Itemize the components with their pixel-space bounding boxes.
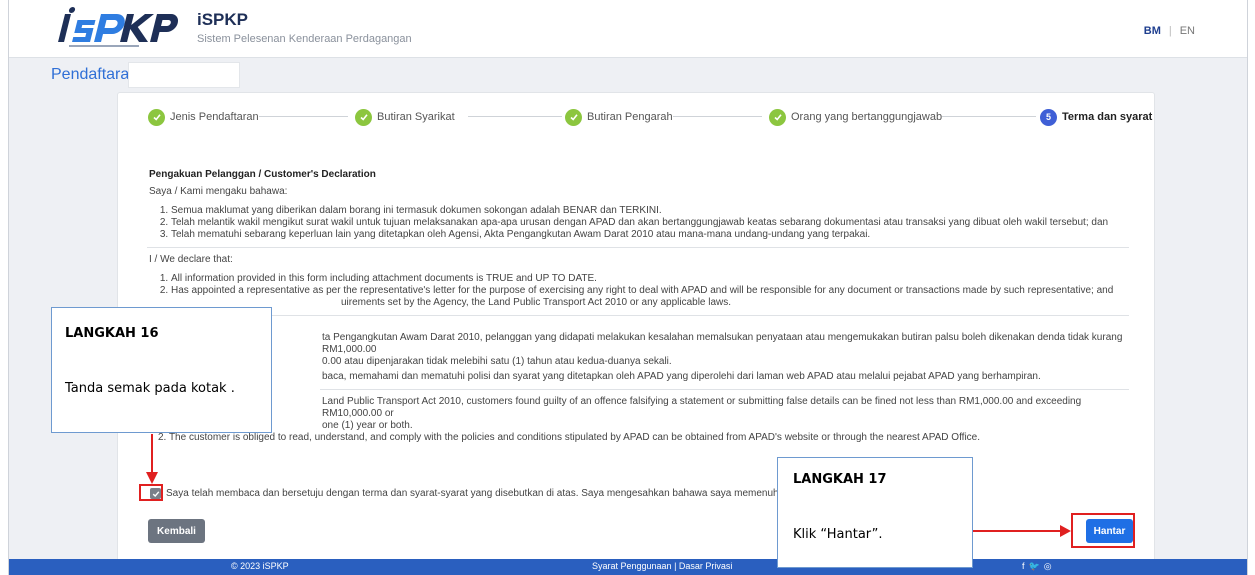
language-switcher: BM | EN: [1144, 25, 1195, 37]
step-terma-dan-syarat[interactable]: 5 Terma dan syarat: [1040, 107, 1153, 127]
note-line: ta Pengangkutan Awam Darat 2010, pelangg…: [322, 332, 1123, 355]
check-icon: [148, 108, 165, 126]
step17-callout: LANGKAH 17 Klik “Hantar”.: [777, 457, 973, 568]
step-connector: [662, 116, 762, 117]
step-orang-bertanggungjawab[interactable]: Orang yang bertanggungjawab: [769, 107, 943, 127]
footer: © 2023 iSPKP Syarat Penggunaan | Dasar P…: [9, 559, 1247, 575]
callout-title: LANGKAH 16: [65, 326, 159, 341]
step-number-badge: 5: [1040, 108, 1057, 126]
check-icon: [565, 108, 582, 126]
step-connector: [468, 116, 562, 117]
divider: [147, 315, 1129, 316]
agreement-row: Saya telah membaca dan bersetuju dengan …: [150, 488, 805, 499]
declaration-list-bm: Semua maklumat yang diberikan dalam bora…: [161, 205, 1129, 241]
check-icon: [355, 108, 372, 126]
brand-subtitle: Sistem Pelesenan Kenderaan Perdagangan: [197, 33, 412, 45]
note-line: Land Public Transport Act 2010, customer…: [322, 396, 1082, 419]
list-item: Telah mematuhi sebarang keperluan lain y…: [171, 229, 1129, 241]
list-item: Has appointed a representative as per th…: [171, 285, 1129, 297]
submit-highlight: [1071, 513, 1135, 548]
app-window: iSPKP Sistem Pelesenan Kenderaan Perdaga…: [8, 0, 1248, 575]
back-button[interactable]: Kembali: [148, 519, 205, 543]
ispkp-logo: [58, 7, 179, 47]
declaration-title: Pengakuan Pelanggan / Customer's Declara…: [149, 169, 376, 180]
list-item: Semua maklumat yang diberikan dalam bora…: [171, 205, 1129, 217]
divider: [320, 389, 1129, 390]
lang-en-link[interactable]: EN: [1180, 25, 1195, 37]
note-line: baca, memahami dan mematuhi polisi dan s…: [322, 371, 1041, 382]
twitter-icon[interactable]: 🐦: [1029, 561, 1040, 572]
instagram-icon[interactable]: ◎: [1044, 561, 1052, 572]
notes-en: Land Public Transport Act 2010, customer…: [149, 396, 1129, 432]
declaration-content: Pengakuan Pelanggan / Customer's Declara…: [147, 169, 1129, 444]
checkbox-highlight: [139, 484, 163, 501]
note-line: 0.00 atau dipenjarakan tidak melebihi sa…: [322, 356, 672, 367]
note-line: one (1) year or both.: [322, 420, 413, 431]
declaration-list-en: All information provided in this form in…: [161, 273, 1129, 309]
page-title: Pendaftaran: [51, 66, 139, 83]
step-jenis-pendaftaran[interactable]: Jenis Pendaftaran: [148, 107, 259, 127]
list-item: uirements set by the Agency, the Land Pu…: [341, 297, 732, 308]
registration-stepper: Jenis Pendaftaran Butiran Syarikat Butir…: [118, 93, 1154, 141]
declaration-intro-en: I / We declare that:: [149, 254, 233, 265]
list-item: All information provided in this form in…: [171, 273, 1129, 285]
lang-bm-link[interactable]: BM: [1144, 25, 1161, 37]
callout-title: LANGKAH 17: [793, 472, 887, 487]
social-links: f 🐦 ◎: [1022, 561, 1052, 572]
footer-links[interactable]: Syarat Penggunaan | Dasar Privasi: [592, 561, 732, 571]
step-connector: [248, 116, 348, 117]
top-header: iSPKP Sistem Pelesenan Kenderaan Perdaga…: [9, 0, 1247, 58]
note-line: 2. The customer is obliged to read, unde…: [158, 432, 981, 443]
agreement-label: Saya telah membaca dan bersetuju dengan …: [166, 488, 805, 499]
footer-copyright: © 2023 iSPKP: [231, 561, 289, 571]
notes-bm: ta Pengangkutan Awam Darat 2010, pelangg…: [149, 332, 1129, 383]
callout-text: Klik “Hantar”.: [793, 527, 883, 542]
step-connector: [928, 116, 1036, 117]
check-icon: [769, 108, 786, 126]
facebook-icon[interactable]: f: [1022, 561, 1025, 572]
list-item: Telah melantik wakil mengikut surat waki…: [171, 217, 1129, 229]
step16-callout: LANGKAH 16 Tanda semak pada kotak .: [51, 307, 272, 433]
divider: [147, 247, 1129, 248]
declaration-intro-bm: Saya / Kami mengaku bahawa:: [149, 186, 288, 197]
registration-card: Jenis Pendaftaran Butiran Syarikat Butir…: [117, 92, 1155, 567]
brand-title: iSPKP: [197, 10, 249, 29]
title-placeholder-box: [128, 62, 240, 88]
step-butiran-pengarah[interactable]: Butiran Pengarah: [565, 107, 673, 127]
lang-separator: |: [1168, 25, 1172, 37]
step-butiran-syarikat[interactable]: Butiran Syarikat: [355, 107, 455, 127]
callout-text: Tanda semak pada kotak .: [65, 381, 235, 396]
